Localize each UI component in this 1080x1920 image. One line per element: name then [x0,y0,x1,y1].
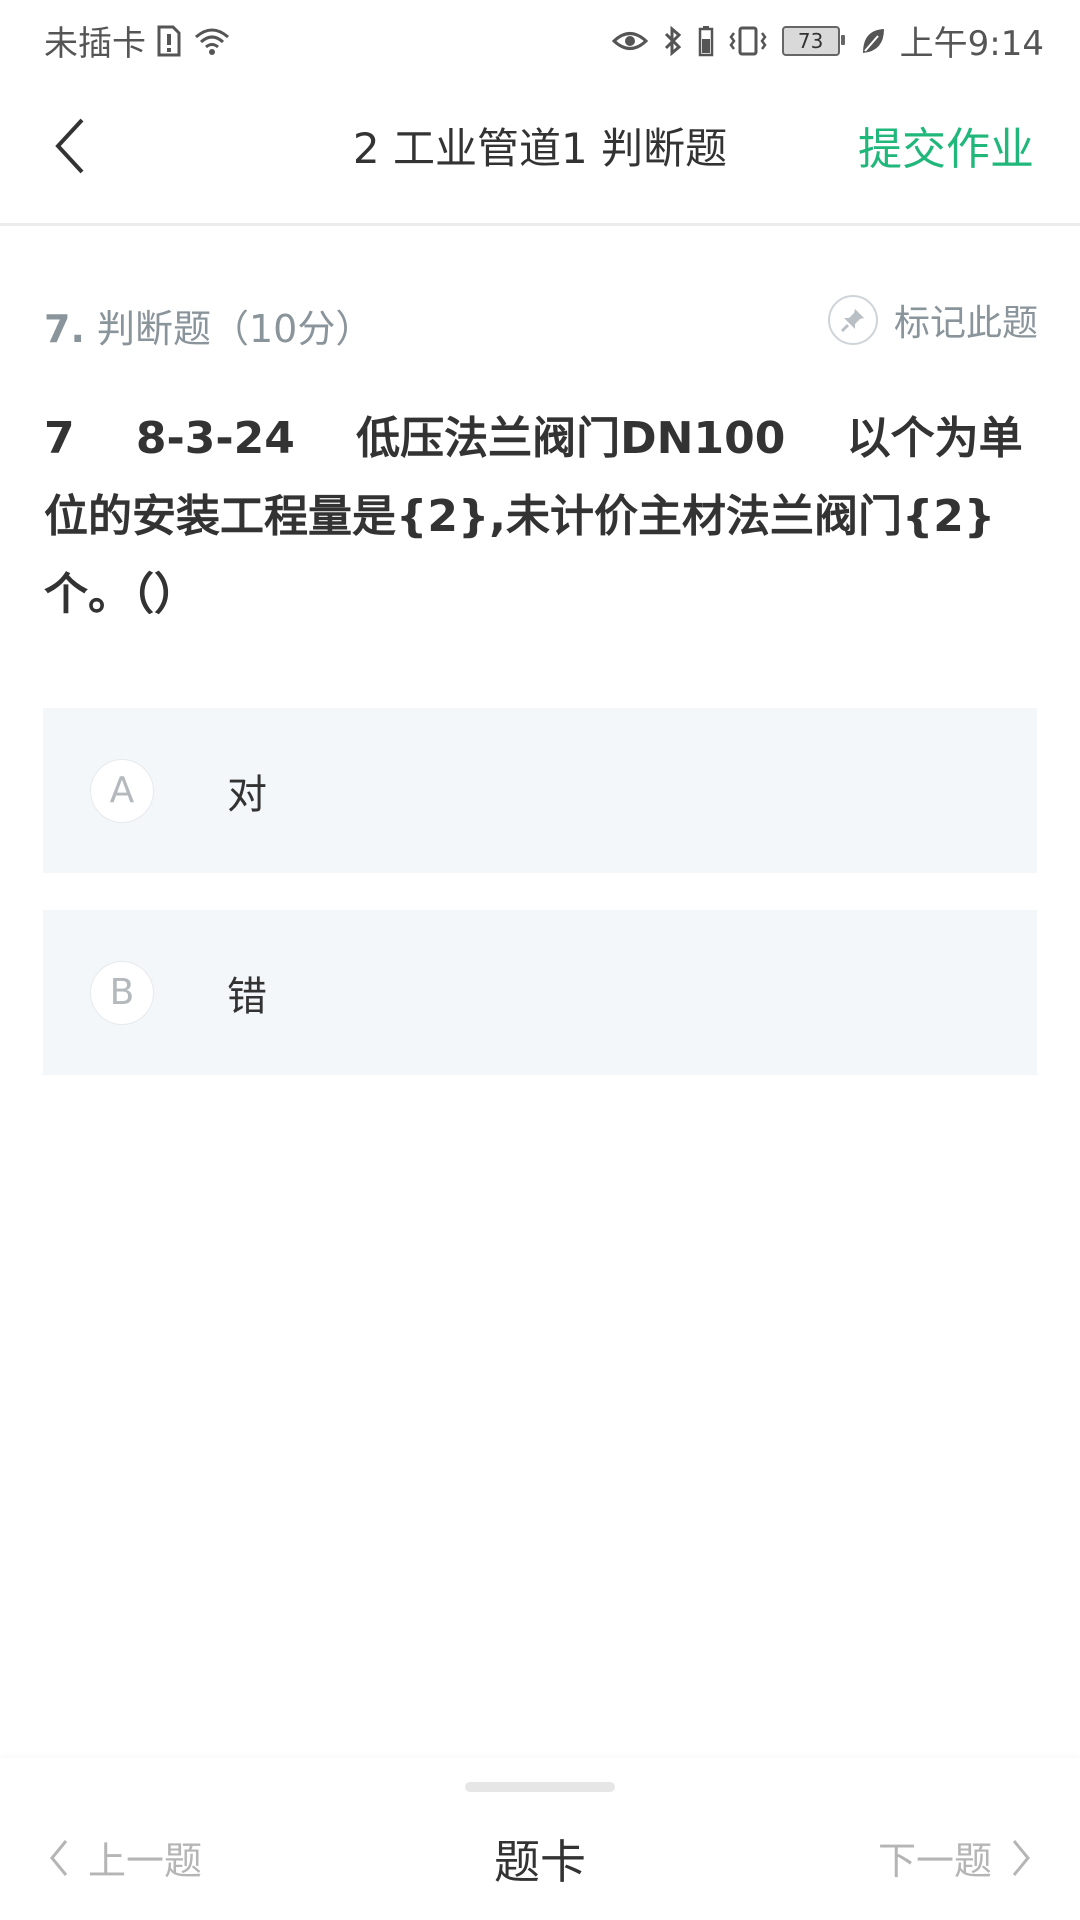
next-question-button[interactable]: 下一题 [878,1830,1032,1885]
drag-handle[interactable] [465,1782,615,1792]
time-label: 上午9:14 [899,24,1044,64]
leaf-icon [860,26,886,56]
next-question-label: 下一题 [877,1839,992,1883]
vibrate-icon [728,25,768,57]
battery-indicator: 73 [781,25,845,56]
chevron-left-icon [55,118,84,174]
chevron-left-icon [50,1839,68,1876]
page-title: 2 工业管道1 判断题 [352,124,728,173]
status-bar: 未插卡 73 上午9:14 [0,0,1080,75]
option-a[interactable]: A 对 [43,708,1037,873]
option-b[interactable]: B 错 [43,910,1037,1075]
carrier-label: 未插卡 [44,24,146,64]
question-meta: 7. 判断题（10分） [44,298,373,353]
prev-question-label: 上一题 [88,1839,203,1883]
option-letter: A [91,759,153,822]
bluetooth-icon [662,25,684,57]
question-card-button[interactable]: 题卡 [440,1826,640,1892]
status-right: 73 上午9:14 [611,16,1044,65]
sim-alert-icon [156,25,182,57]
chevron-right-icon [1012,1839,1030,1876]
battery-small-icon [698,25,714,57]
option-text: 对 [227,771,267,818]
wifi-icon [192,25,232,57]
question-type-score: 判断题（10分） [96,307,374,351]
mark-question-label: 标记此题 [893,303,1038,344]
question-text: 7 8-3-24 低压法兰阀门DN100 以个为单位的安装工程量是{2},未计价… [44,413,1023,620]
option-text: 错 [227,973,267,1020]
status-left: 未插卡 [44,16,232,65]
eye-icon [611,26,648,56]
pin-icon [827,295,878,345]
mark-question-button[interactable]: 标记此题 [827,294,1038,346]
header: 2 工业管道1 判断题 提交作业 [0,75,1080,226]
option-letter: B [91,961,153,1024]
bottom-bar: 上一题 题卡 下一题 [0,1758,1080,1920]
question-number: 7. [44,307,85,351]
submit-homework-button[interactable]: 提交作业 [858,113,1034,177]
screen: 未插卡 73 上午9:14 2 工业管道1 判断题 提交作业 7. 判断题（10… [0,0,1080,1920]
prev-question-button[interactable]: 上一题 [48,1830,202,1885]
back-button[interactable] [40,111,100,181]
